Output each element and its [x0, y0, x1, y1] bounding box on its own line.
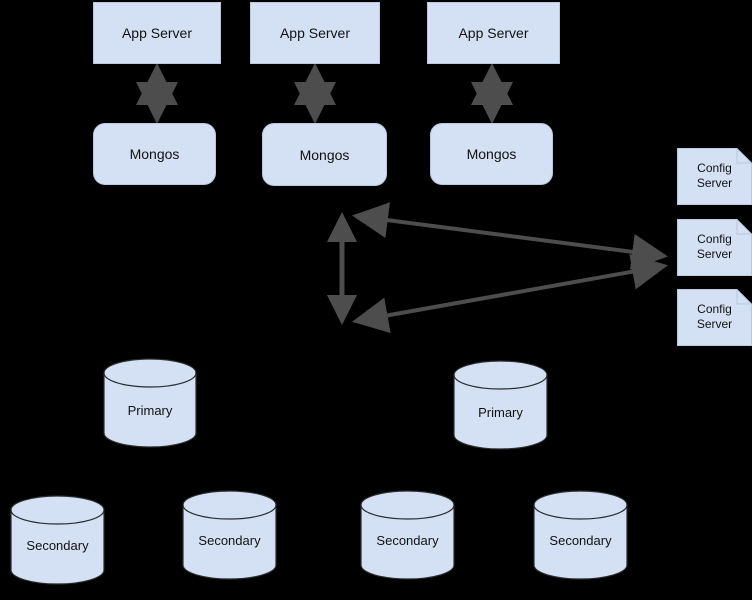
- mongos-box-2[interactable]: Mongos: [262, 123, 387, 186]
- secondary-cylinder-shape-2: [182, 490, 277, 580]
- config-server-box-2[interactable]: Config Server: [677, 219, 752, 276]
- app-server-label-3: App Server: [458, 25, 529, 41]
- config-server-shape-2: [677, 219, 752, 276]
- primary-cylinder-2[interactable]: Primary: [453, 360, 548, 450]
- secondary-cylinder-1[interactable]: Secondary: [10, 495, 105, 585]
- mongos-box-1[interactable]: Mongos: [93, 123, 216, 185]
- secondary-cylinder-2[interactable]: Secondary: [182, 490, 277, 580]
- secondary-cylinder-shape-1: [10, 495, 105, 585]
- mongos-box-3[interactable]: Mongos: [430, 123, 553, 185]
- app-server-box-3[interactable]: App Server: [427, 2, 560, 64]
- secondary-cylinder-3[interactable]: Secondary: [360, 490, 455, 580]
- primary-cylinder-shape-1: [103, 358, 197, 448]
- secondary-cylinder-4[interactable]: Secondary: [533, 490, 628, 580]
- secondary-cylinder-shape-3: [360, 490, 455, 580]
- primary-cylinder-shape-2: [453, 360, 548, 450]
- config-server-box-3[interactable]: Config Server: [677, 289, 752, 346]
- mongos-label-3: Mongos: [466, 146, 517, 162]
- mongos-label-1: Mongos: [129, 146, 180, 162]
- secondary-cylinder-shape-4: [533, 490, 628, 580]
- primary-cylinder-1[interactable]: Primary: [103, 358, 197, 448]
- config-server-shape-3: [677, 289, 752, 346]
- connector-bus-top-to-config-server: [352, 202, 668, 270]
- mongos-label-2: Mongos: [299, 147, 350, 163]
- config-server-shape-1: [677, 148, 752, 205]
- app-server-label-1: App Server: [121, 25, 193, 41]
- app-server-label-2: App Server: [279, 25, 351, 41]
- diagram-canvas: App Server App Server App Server Mongos …: [0, 0, 752, 600]
- app-server-box-1[interactable]: App Server: [93, 2, 221, 64]
- connector-bus-bottom-to-config-server: [352, 253, 668, 334]
- config-server-box-1[interactable]: Config Server: [677, 148, 752, 205]
- app-server-box-2[interactable]: App Server: [250, 2, 380, 64]
